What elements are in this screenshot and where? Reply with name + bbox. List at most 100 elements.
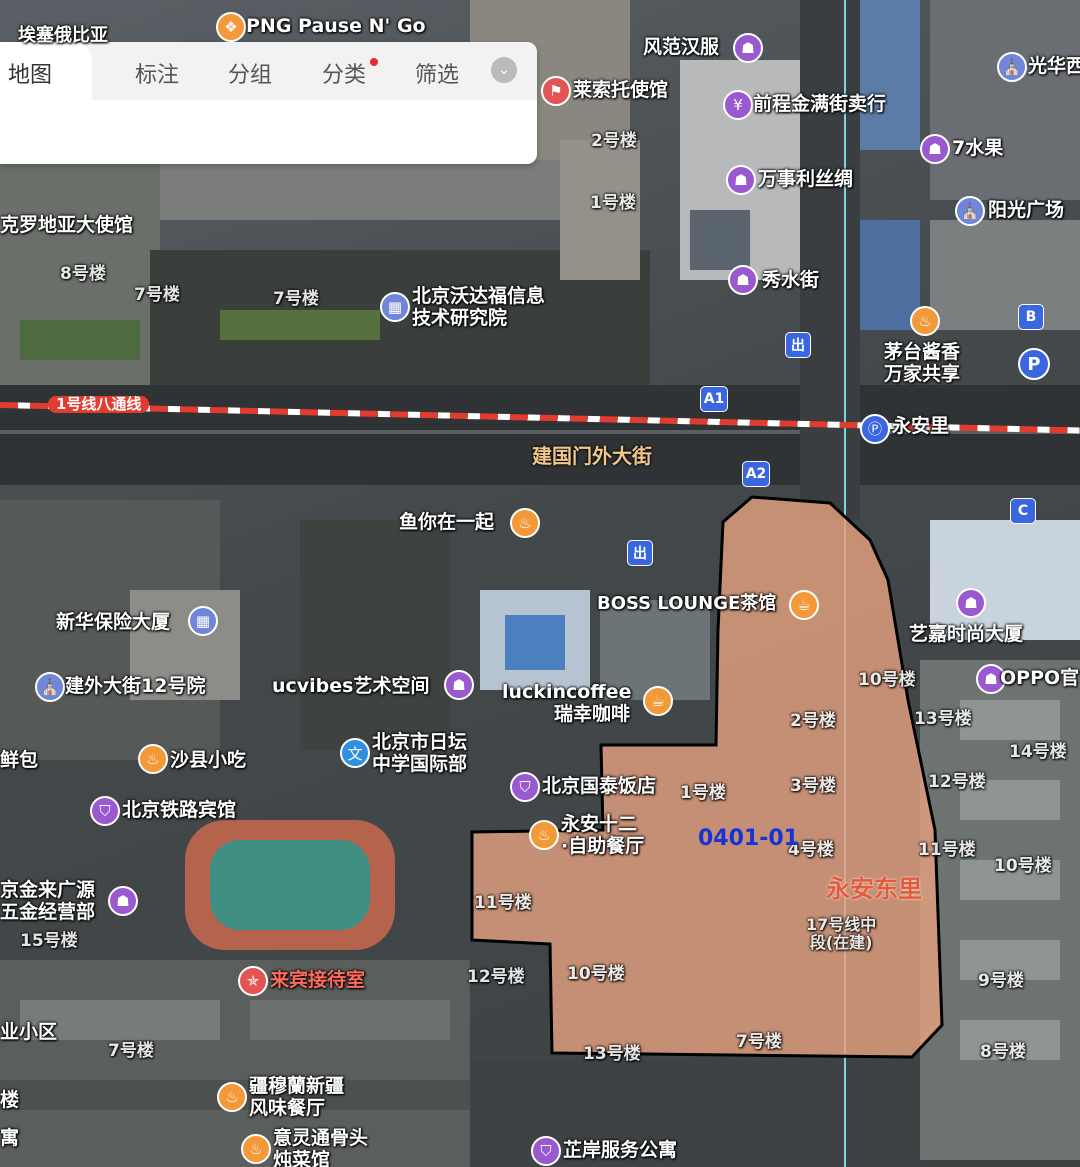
teahouse-icon[interactable]: ☕ bbox=[789, 590, 819, 620]
poi-wanshili[interactable]: 万事利丝绸 bbox=[758, 168, 853, 191]
station-label[interactable]: 永安里 bbox=[892, 415, 949, 438]
poi-ethiopia[interactable]: 埃塞俄比亚 bbox=[18, 25, 108, 47]
tab-filter[interactable]: 筛选 bbox=[415, 57, 459, 89]
building-label: 9号楼 bbox=[978, 971, 1024, 991]
poi-zhian[interactable]: 芷岸服务公寓 bbox=[563, 1139, 677, 1162]
poi-bottom-left[interactable]: 寓 bbox=[0, 1127, 19, 1150]
hotel-icon[interactable]: ⛉ bbox=[510, 772, 540, 802]
embassy-icon[interactable]: ⚑ bbox=[541, 76, 571, 106]
building-label: 7号楼 bbox=[134, 285, 180, 305]
shopping-bag-icon-4[interactable]: ☗ bbox=[728, 265, 758, 295]
poi-yiling[interactable]: 意灵通骨头 炖菜馆 bbox=[273, 1127, 369, 1167]
parcel-code[interactable]: 0401-01 bbox=[698, 826, 799, 851]
poi-shaxian[interactable]: 沙县小吃 bbox=[170, 749, 246, 772]
restaurant-icon-6[interactable]: ♨ bbox=[217, 1082, 247, 1112]
building-icon-3[interactable]: ⛪ bbox=[35, 672, 65, 702]
building-icon[interactable]: ⛪ bbox=[997, 52, 1027, 82]
shopping-bag-icon-2[interactable]: ☗ bbox=[920, 134, 950, 164]
poi-maotai[interactable]: 茅台酱香 万家共享 bbox=[884, 341, 960, 386]
parking-icon[interactable]: P bbox=[1018, 348, 1050, 380]
tab-group[interactable]: 分组 bbox=[228, 57, 272, 89]
exit-c-marker[interactable]: C bbox=[1010, 498, 1036, 524]
restaurant-icon-4[interactable]: ♨ bbox=[138, 744, 168, 774]
poi-woda-line1: 北京沃达福信息 bbox=[412, 285, 546, 307]
school-icon[interactable]: 文 bbox=[340, 738, 370, 768]
building-label: 7号楼 bbox=[273, 289, 319, 309]
tab-category[interactable]: 分类 bbox=[322, 57, 366, 89]
exit-b-marker[interactable]: B bbox=[1018, 304, 1044, 330]
poi-luckin[interactable]: luckincoffee 瑞幸咖啡 bbox=[502, 681, 631, 726]
reception-icon[interactable]: ✯ bbox=[238, 966, 268, 996]
shopping-bag-icon[interactable]: ☗ bbox=[733, 33, 763, 63]
chevron-down-icon[interactable]: ⌄ bbox=[491, 57, 517, 83]
building-label: 2号楼 bbox=[591, 131, 637, 151]
hotel-icon-3[interactable]: ⛉ bbox=[531, 1136, 561, 1166]
poi-shuiguo[interactable]: 7水果 bbox=[952, 137, 1003, 160]
poi-qiancheng[interactable]: 前程金满街卖行 bbox=[753, 93, 886, 116]
poi-croatia[interactable]: 克罗地亚大使馆 bbox=[0, 214, 133, 237]
building-label: 8号楼 bbox=[60, 264, 106, 284]
subway-station-icon[interactable]: Ⓟ bbox=[860, 414, 890, 444]
poi-xiaoqu[interactable]: 业小区 bbox=[0, 1021, 57, 1044]
construction-note-line1: 17号线中 bbox=[806, 915, 877, 934]
hotel-icon-2[interactable]: ⛉ bbox=[90, 796, 120, 826]
poi-xinhua[interactable]: 新华保险大厦 bbox=[56, 611, 170, 634]
office-icon[interactable]: ▦ bbox=[380, 292, 410, 322]
poi-yiling-line1: 意灵通骨头 bbox=[273, 1127, 369, 1149]
poi-bottom-left-lou[interactable]: 楼 bbox=[0, 1089, 19, 1112]
poi-ritan[interactable]: 北京市日坛 中学国际部 bbox=[372, 731, 468, 776]
poi-jinlai[interactable]: 京金来广源 五金经营部 bbox=[0, 879, 96, 924]
poi-yangguang[interactable]: 阳光广场 bbox=[988, 199, 1064, 222]
building-label: 12号楼 bbox=[928, 772, 986, 792]
exit-icon[interactable]: 出 bbox=[785, 332, 811, 358]
poi-guanghua[interactable]: 光华西 bbox=[1028, 55, 1080, 78]
shopping-bag-icon-7[interactable]: ☗ bbox=[444, 670, 474, 700]
tab-annotate[interactable]: 标注 bbox=[135, 57, 179, 89]
satellite-map[interactable]: 1号线八通线 地图 标注 分组 分类 筛选 ⌄ 建国门外大街 Ⓟ 永安里 出 出… bbox=[0, 0, 1080, 1167]
restaurant-icon-3[interactable]: ♨ bbox=[510, 508, 540, 538]
restaurant-icon-5[interactable]: ♨ bbox=[529, 820, 559, 850]
poi-laisuo[interactable]: 莱索托使馆 bbox=[573, 79, 668, 102]
poi-boss-lounge[interactable]: BOSS LOUNGE茶馆 bbox=[597, 593, 776, 615]
restaurant-icon-2[interactable]: ♨ bbox=[910, 306, 940, 336]
poi-yuniyiqi[interactable]: 鱼你在一起 bbox=[399, 511, 494, 534]
building-label: 11号楼 bbox=[474, 893, 532, 913]
poi-yijia[interactable]: 艺嘉时尚大厦 bbox=[909, 623, 1023, 646]
shopping-bag-icon-3[interactable]: ☗ bbox=[726, 165, 756, 195]
restaurant-icon[interactable]: ❖ bbox=[216, 12, 246, 42]
exit-icon-2[interactable]: 出 bbox=[627, 540, 653, 566]
office-icon-2[interactable]: ▦ bbox=[188, 606, 218, 636]
poi-oppo[interactable]: OPPO官 bbox=[1000, 667, 1079, 690]
building-label: 10号楼 bbox=[858, 670, 916, 690]
poi-jiangmu[interactable]: 疆穆蘭新疆 风味餐厅 bbox=[249, 1075, 344, 1120]
poi-yongan12[interactable]: 永安十二 ·自助餐厅 bbox=[561, 813, 645, 858]
building-label: 2号楼 bbox=[790, 711, 836, 731]
poi-xiushui[interactable]: 秀水街 bbox=[762, 269, 819, 292]
poi-ucvibes[interactable]: ucvibes艺术空间 bbox=[272, 675, 429, 698]
coffee-icon[interactable]: ☕ bbox=[643, 686, 673, 716]
poi-jianwai12[interactable]: 建外大街12号院 bbox=[65, 675, 205, 698]
poi-guotai[interactable]: 北京国泰饭店 bbox=[542, 775, 656, 798]
poi-jinlai-line1: 京金来广源 bbox=[0, 879, 96, 901]
exit-a2-marker[interactable]: A2 bbox=[742, 461, 770, 487]
poi-woda[interactable]: 北京沃达福信息 技术研究院 bbox=[412, 285, 546, 330]
poi-xianbao[interactable]: 鲜包 bbox=[0, 749, 38, 772]
poi-tielu[interactable]: 北京铁路宾馆 bbox=[122, 799, 236, 822]
building-icon-2[interactable]: ⛪ bbox=[955, 196, 985, 226]
pawn-shop-icon[interactable]: ¥ bbox=[723, 90, 753, 120]
restaurant-icon-7[interactable]: ♨ bbox=[241, 1134, 271, 1164]
building-label: 11号楼 bbox=[918, 840, 976, 860]
poi-ritan-line2: 中学国际部 bbox=[372, 752, 468, 775]
building-label: 10号楼 bbox=[994, 856, 1052, 876]
exit-a1-marker[interactable]: A1 bbox=[700, 386, 728, 412]
poi-jinlai-line2: 五金经营部 bbox=[0, 900, 96, 923]
poi-png[interactable]: PNG Pause N' Go bbox=[246, 15, 426, 38]
shopping-bag-icon-5[interactable]: ☗ bbox=[956, 588, 986, 618]
poi-yongan12-line2: ·自助餐厅 bbox=[561, 834, 645, 857]
map-toolbar: 地图 标注 分组 分类 筛选 ⌄ bbox=[0, 42, 537, 164]
parcel-polygon[interactable] bbox=[0, 0, 1080, 1167]
poi-laibin[interactable]: 来宾接待室 bbox=[270, 969, 365, 992]
shopping-bag-icon-8[interactable]: ☗ bbox=[108, 886, 138, 916]
tab-map[interactable]: 地图 bbox=[8, 57, 52, 89]
poi-fanfan[interactable]: 风范汉服 bbox=[643, 36, 719, 59]
